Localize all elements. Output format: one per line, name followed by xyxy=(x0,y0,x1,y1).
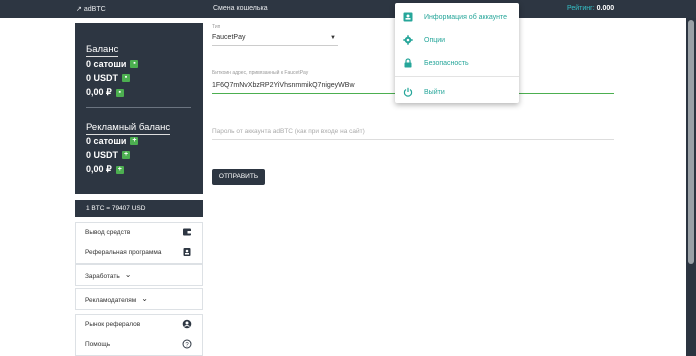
ad-usdt-value: 0 USDT xyxy=(86,150,119,160)
wallet-icon[interactable]: ▪ xyxy=(115,88,124,97)
menu-item-label: Реферальная программа xyxy=(85,249,162,256)
type-select-value: FaucetPay xyxy=(212,34,246,41)
rating-label: Рейтинг: xyxy=(567,5,595,12)
account-circle-icon xyxy=(182,319,192,329)
ad-balance-usdt: 0 USDT + xyxy=(86,150,131,160)
dropdown-item-label: Информация об аккаунте xyxy=(424,14,508,21)
menu-item-referral[interactable]: Реферальная программа xyxy=(76,243,202,263)
menu-item-label: Рекламодателям xyxy=(85,297,137,304)
top-bar: ↗ adBTC Смена кошелька Рейтинг: 0.000 xyxy=(0,0,696,18)
menu-item-label: Помощь xyxy=(85,341,111,348)
balance-usdt: 0 USDT ▪ xyxy=(86,73,131,83)
wallet-icon xyxy=(183,228,191,236)
type-select[interactable]: FaucetPay ▼ xyxy=(212,31,338,46)
dropdown-item-options[interactable]: Опции xyxy=(395,33,519,49)
menu-group-advertisers: Рекламодателям ⌄ xyxy=(75,288,203,310)
caret-down-icon: ▼ xyxy=(330,35,336,41)
menu-item-label: Заработать xyxy=(85,273,120,280)
ad-balance-rub: 0,00 ₽ + xyxy=(86,164,124,175)
lock-icon xyxy=(404,58,412,68)
balance-rub: 0,00 ₽ ▪ xyxy=(86,87,124,98)
plus-icon[interactable]: + xyxy=(122,151,131,159)
menu-group-earn: Заработать ⌄ xyxy=(75,264,203,286)
menu-item-label: Вывод средств xyxy=(85,229,131,236)
balance-card: Баланс 0 сатоши ▪ 0 USDT ▪ 0,00 ₽ ▪ Рекламн… xyxy=(75,23,203,194)
brand-label: adBTC xyxy=(83,6,106,13)
dropdown-item-label: Выйти xyxy=(424,89,445,96)
account-box-icon xyxy=(403,12,413,22)
btc-rate: 1 BTC = 79407 USD xyxy=(75,200,203,217)
divider xyxy=(86,107,191,108)
plus-icon[interactable]: + xyxy=(115,165,124,174)
divider xyxy=(395,76,519,77)
balance-title: Баланс xyxy=(86,44,119,57)
dropdown-item-label: Опции xyxy=(424,37,446,44)
menu-group-finance: Вывод средств Реферальная программа xyxy=(75,222,203,264)
contacts-icon xyxy=(183,248,191,256)
menu-item-advertisers[interactable]: Рекламодателям ⌄ xyxy=(76,289,202,309)
account-dropdown: Информация об аккаунте Опции Безопасност… xyxy=(395,3,519,103)
chevron-down-icon: ⌄ xyxy=(141,294,148,303)
dropdown-item-account-info[interactable]: Информация об аккаунте xyxy=(395,10,519,26)
scrollbar-thumb[interactable] xyxy=(688,20,694,264)
plus-icon[interactable]: + xyxy=(130,137,139,145)
ad-balance-title: Рекламный баланс xyxy=(86,122,171,135)
power-icon xyxy=(403,87,413,97)
menu-item-ref-market[interactable]: Рынок рефералов xyxy=(76,315,202,335)
chevron-down-icon: ⌄ xyxy=(124,270,132,279)
password-input[interactable]: Пароль от аккаунта adBTC (как при входе … xyxy=(212,126,614,140)
submit-button[interactable]: ОТПРАВИТЬ xyxy=(212,169,265,185)
rating-value: 0.000 xyxy=(596,5,615,12)
balance-satoshi-value: 0 сатоши xyxy=(86,59,127,69)
ad-rub-value: 0,00 ₽ xyxy=(86,164,112,174)
wallet-icon[interactable]: ▪ xyxy=(122,74,131,82)
address-label: Биткоин адрес, привязанный к FaucetPay xyxy=(212,70,309,76)
balance-satoshi: 0 сатоши ▪ xyxy=(86,59,139,69)
menu-item-withdraw[interactable]: Вывод средств xyxy=(76,223,202,243)
brand-link[interactable]: ↗ adBTC xyxy=(76,5,106,13)
menu-group-misc: Рынок рефералов Помощь ? xyxy=(75,314,203,356)
wallet-icon[interactable]: ▪ xyxy=(130,60,139,68)
gear-icon xyxy=(403,35,413,45)
link-arrow-icon: ↗ xyxy=(76,6,82,13)
ad-balance-satoshi: 0 сатоши + xyxy=(86,136,139,146)
dropdown-item-security[interactable]: Безопасность xyxy=(395,56,519,72)
ad-satoshi-value: 0 сатоши xyxy=(86,136,127,146)
rating-display: Рейтинг: 0.000 xyxy=(567,5,614,12)
balance-usdt-value: 0 USDT xyxy=(86,73,119,83)
type-label: Тип xyxy=(212,24,221,30)
dropdown-item-logout[interactable]: Выйти xyxy=(395,85,519,101)
dropdown-item-label: Безопасность xyxy=(424,60,469,67)
menu-item-help[interactable]: Помощь ? xyxy=(76,335,202,355)
menu-item-earn[interactable]: Заработать ⌄ xyxy=(76,265,202,285)
balance-rub-value: 0,00 ₽ xyxy=(86,87,112,97)
menu-item-label: Рынок рефералов xyxy=(85,321,141,328)
page-title: Смена кошелька xyxy=(213,5,268,12)
help-icon: ? xyxy=(182,339,192,349)
